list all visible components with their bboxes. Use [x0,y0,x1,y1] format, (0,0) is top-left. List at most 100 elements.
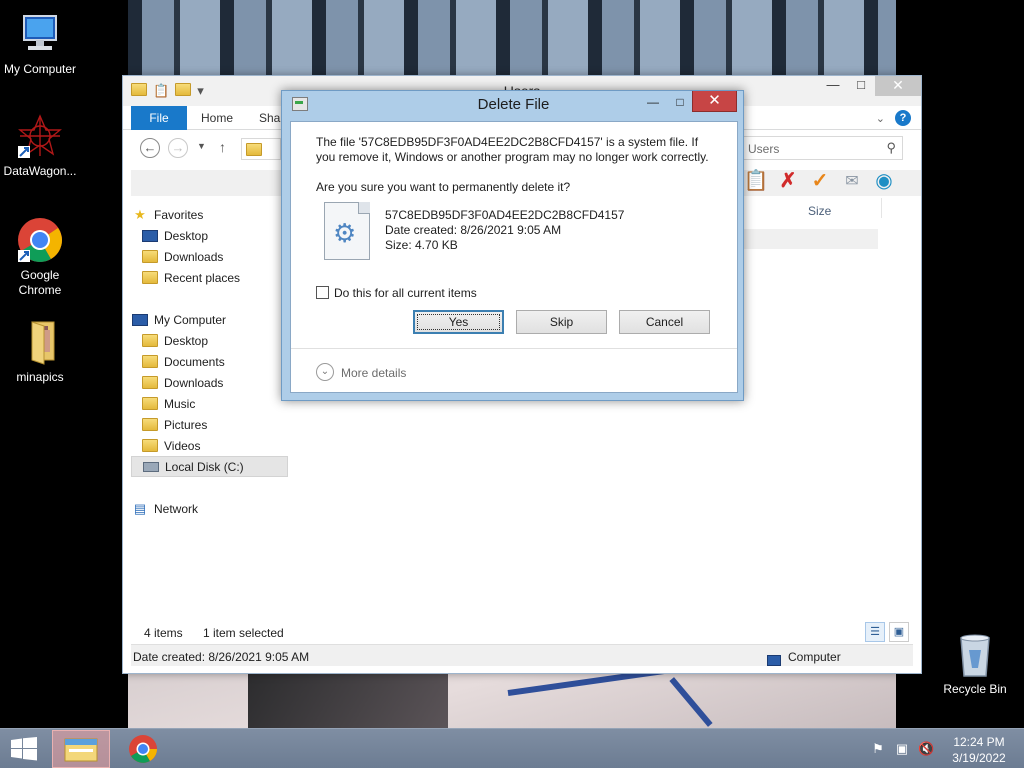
nav-label: Downloads [164,375,224,390]
tab-file[interactable]: File [131,106,187,130]
column-header-size[interactable]: Size [808,204,831,218]
nav-my-computer[interactable]: My Computer [131,309,288,330]
network-icon: ▤ [133,500,147,516]
computer-icon [131,312,149,328]
downloads-folder-icon [141,249,159,265]
delete-x-icon[interactable]: ✗ [775,168,801,193]
desktop-icon-label: Google Chrome [18,268,62,297]
action-center-flag-icon[interactable]: ⚑ [870,741,886,757]
apply-to-all-checkbox[interactable] [316,286,329,299]
more-details-link[interactable]: More details [341,366,406,380]
toolbar-icons: 📋 ✗ ✓ ✉ ◉ [743,168,897,193]
nav-label: Downloads [164,249,224,264]
downloads-folder-icon [141,375,159,391]
desktop-icon-my-computer[interactable]: My Computer [0,10,80,77]
nav-label: Documents [164,354,225,369]
taskbar-file-explorer[interactable] [52,730,110,768]
nav-label: Favorites [154,207,204,222]
globe-icon[interactable]: ◉ [871,168,897,193]
clock-time: 12:24 PM [953,735,1005,749]
nav-pc-downloads[interactable]: Downloads [141,372,298,393]
search-input[interactable]: Users ⚲ [741,136,903,160]
file-date-created: Date created: 8/26/2021 9:05 AM [385,223,562,237]
clock[interactable]: 12:24 PM 3/19/2022 [944,734,1014,766]
help-icon[interactable]: ? [895,110,911,126]
nav-pc-desktop[interactable]: Desktop [141,330,298,351]
nav-network[interactable]: ▤ Network [131,498,288,519]
forward-button[interactable]: → [168,138,188,158]
start-button[interactable] [0,729,48,768]
mail-icon[interactable]: ✉ [839,171,865,191]
computer-icon [16,10,64,58]
recent-locations-chevron-icon[interactable]: ▼ [197,141,206,151]
nav-label: My Computer [154,312,227,327]
nav-fav-downloads[interactable]: Downloads [141,246,298,267]
column-divider[interactable] [881,198,882,218]
nav-pc-videos[interactable]: Videos [141,435,298,456]
maximize-button[interactable]: □ [847,76,875,96]
taskbar: ⚑ ▣ 🔇 12:24 PM 3/19/2022 [0,728,1024,768]
details-view-icon[interactable]: ☰ [865,622,885,642]
taskbar-google-chrome[interactable] [114,730,172,768]
nav-label: Desktop [164,228,209,243]
apply-to-all-label[interactable]: Do this for all current items [334,286,477,300]
checkmark-icon[interactable]: ✓ [807,168,833,193]
desktop-icon-google-chrome[interactable]: Google Chrome [0,216,80,298]
file-info: 57C8EDB95DF3F0AD4EE2DC2B8CFD4157 Date cr… [385,208,624,253]
hard-drive-icon [142,459,160,475]
star-icon: ★ [134,206,146,222]
ribbon-help-controls: ⌄ ? [876,110,911,126]
desktop-folder-icon [141,333,159,349]
nav-label: Local Disk (C:) [165,459,244,474]
address-input[interactable] [241,138,281,160]
network-icon[interactable]: ▣ [894,741,910,757]
tray-icons: ⚑ ▣ 🔇 [870,741,934,757]
desktop-icon-datawagon[interactable]: DataWagon... [0,112,80,179]
volume-muted-icon[interactable]: 🔇 [918,741,934,757]
nav-label: Videos [164,438,201,453]
nav-label: Music [164,396,196,411]
dialog-minimize-button[interactable]: — [642,95,664,111]
minimize-button[interactable]: — [819,76,847,96]
pictures-folder-icon [141,417,159,433]
dialog-close-button[interactable]: ✕ [692,91,737,112]
clipboard-icon[interactable]: 📋 [743,168,769,193]
clock-date: 3/19/2022 [952,751,1006,765]
expand-ribbon-chevron-icon[interactable]: ⌄ [876,112,885,125]
navigation-pane: ★ Favorites Desktop Downloads Recent pla… [131,204,291,624]
nav-pc-local-disk[interactable]: Local Disk (C:) [131,456,288,477]
delete-confirmation-question: Are you sure you want to permanently del… [316,180,571,194]
recent-places-icon [141,270,159,286]
folder-icon [16,318,64,366]
chrome-icon [16,216,64,264]
skip-button[interactable]: Skip [516,310,607,334]
selected-file-row[interactable] [743,229,878,249]
system-file-warning: The file '57C8EDB95DF3F0AD4EE2DC2B8CFD41… [316,135,709,164]
cancel-button[interactable]: Cancel [619,310,710,334]
system-file-icon: ⚙ [324,202,370,260]
dialog-maximize-button[interactable]: □ [669,95,691,111]
tab-home[interactable]: Home [201,106,233,130]
nav-pc-pictures[interactable]: Pictures [141,414,298,435]
desktop-icon-minapics[interactable]: minapics [0,318,80,385]
desktop-icon-recycle-bin[interactable]: Recycle Bin [935,630,1015,697]
back-button[interactable]: ← [140,138,160,158]
nav-favorites[interactable]: ★ Favorites [131,204,288,225]
yes-button[interactable]: Yes [413,310,504,334]
large-icons-view-icon[interactable]: ▣ [889,622,909,642]
nav-fav-recent-places[interactable]: Recent places [141,267,298,288]
windows-logo-icon [11,737,37,761]
nav-pc-documents[interactable]: Documents [141,351,298,372]
nav-fav-desktop[interactable]: Desktop [141,225,298,246]
more-details-chevron-icon[interactable]: ⌄ [316,363,334,381]
nav-label: Recent places [164,270,241,285]
desktop-icon [141,228,159,244]
dialog-divider [291,348,737,349]
close-button[interactable]: ✕ [875,76,921,96]
up-arrow-icon[interactable]: ↑ [219,139,226,155]
details-bar: Date created: 8/26/2021 9:05 AM Computer [131,644,913,666]
file-name: 57C8EDB95DF3F0AD4EE2DC2B8CFD4157 [385,208,625,222]
nav-pc-music[interactable]: Music [141,393,298,414]
desktop-icon-label: Recycle Bin [943,682,1007,696]
delete-file-dialog: Delete File — □ ✕ The file '57C8EDB95DF3… [281,90,744,401]
